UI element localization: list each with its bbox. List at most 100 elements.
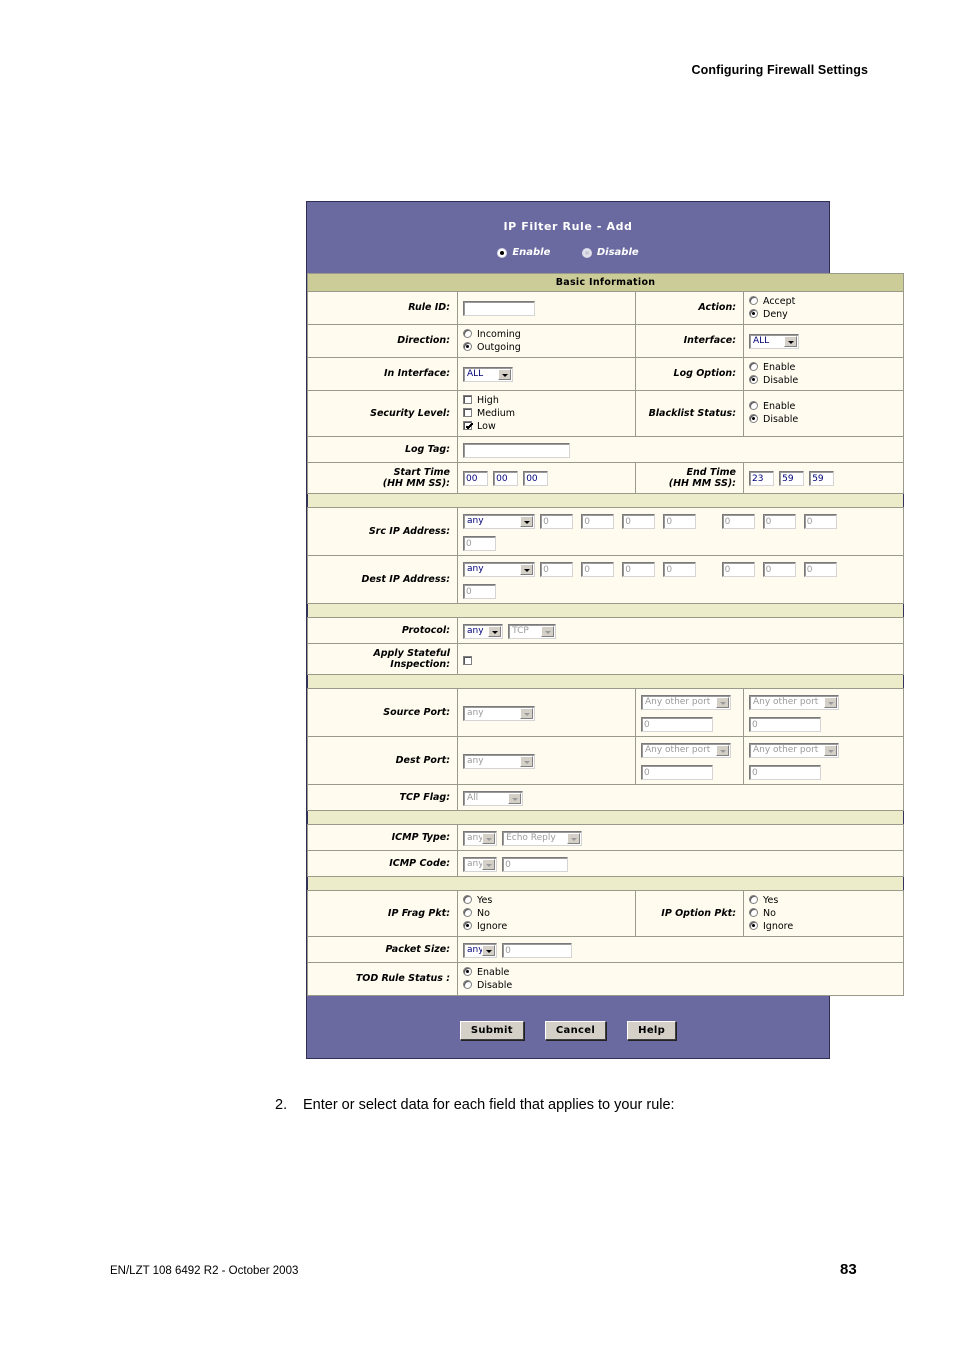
radio-blacklist-disable-icon[interactable] (749, 414, 758, 423)
src-ip-mask-octet-4[interactable]: 0 (463, 535, 496, 551)
interface-select[interactable]: ALL (749, 334, 799, 349)
protocol-name-select[interactable]: TCP (508, 623, 557, 639)
ip-option-ignore-option[interactable]: Ignore (749, 920, 899, 933)
ip-option-yes-option[interactable]: Yes (749, 894, 899, 907)
action-accept-option[interactable]: Accept (749, 295, 899, 308)
log-option-disable-option[interactable]: Disable (749, 374, 899, 387)
blacklist-enable-option[interactable]: Enable (749, 400, 899, 413)
end-time-ss-input[interactable]: 59 (809, 471, 835, 486)
dest-ip-octet-1[interactable]: 0 (540, 561, 574, 577)
radio-option-yes-icon[interactable] (749, 894, 758, 904)
checkbox-medium-icon[interactable] (463, 407, 472, 417)
radio-frag-ignore-icon[interactable] (463, 920, 472, 930)
source-port-to-input[interactable]: 0 (749, 716, 821, 732)
log-option-enable-option[interactable]: Enable (749, 361, 899, 374)
blacklist-disable-option[interactable]: Disable (749, 413, 899, 426)
stateful-inspection-checkbox[interactable] (463, 656, 472, 665)
icmp-code-mode-select[interactable]: any (463, 856, 497, 872)
radio-tod-enable-icon[interactable] (463, 966, 472, 976)
icmp-code-input[interactable]: 0 (502, 856, 569, 872)
dest-ip-mask-octet-4[interactable]: 0 (463, 583, 496, 599)
radio-blacklist-enable-icon[interactable] (749, 401, 758, 410)
field-tcp-flag-cell: All (456, 783, 905, 811)
log-tag-input[interactable] (463, 442, 570, 458)
tcp-flag-select[interactable]: All (463, 790, 523, 806)
source-port-from-select[interactable]: Any other port (641, 694, 731, 710)
radio-option-no-icon[interactable] (749, 907, 758, 917)
radio-deny-icon[interactable] (749, 308, 758, 318)
security-medium-option[interactable]: Medium (463, 407, 631, 420)
label-protocol: Protocol: (307, 616, 458, 644)
packet-size-mode-select[interactable]: any (463, 942, 497, 958)
checkbox-high-icon[interactable] (463, 394, 472, 404)
radio-accept-icon[interactable] (749, 295, 758, 305)
packet-size-input[interactable]: 0 (502, 942, 573, 958)
source-port-from-input[interactable]: 0 (641, 716, 713, 732)
submit-button[interactable]: Submit (459, 1020, 524, 1040)
dest-ip-row2: 0 (463, 581, 899, 600)
action-deny-option[interactable]: Deny (749, 308, 899, 321)
radio-frag-yes-icon[interactable] (463, 894, 472, 904)
dest-ip-mask-octet-2[interactable]: 0 (762, 561, 796, 577)
ip-option-no-option[interactable]: No (749, 907, 899, 920)
dest-ip-octet-4[interactable]: 0 (663, 561, 697, 577)
protocol-mode-select[interactable]: any (463, 623, 503, 639)
tod-enable-option[interactable]: Enable (463, 966, 899, 979)
icmp-type-name-select[interactable]: Echo Reply (502, 830, 583, 846)
src-ip-octet-4[interactable]: 0 (663, 513, 697, 529)
rule-state-enable-option[interactable]: Enable (497, 247, 550, 259)
radio-enable-icon[interactable] (497, 247, 508, 258)
src-ip-mask-octet-2[interactable]: 0 (762, 513, 796, 529)
src-ip-octet-2[interactable]: 0 (581, 513, 615, 529)
ip-frag-no-option[interactable]: No (463, 907, 631, 920)
dest-ip-octet-2[interactable]: 0 (581, 561, 615, 577)
direction-radio-group: Incoming Outgoing (463, 328, 631, 354)
rule-id-input[interactable] (463, 301, 535, 316)
security-high-option[interactable]: High (463, 394, 631, 407)
ip-frag-yes-option[interactable]: Yes (463, 894, 631, 907)
src-ip-octet-3[interactable]: 0 (622, 513, 656, 529)
radio-frag-no-icon[interactable] (463, 907, 472, 917)
label-log-tag: Log Tag: (307, 435, 458, 463)
help-button[interactable]: Help (627, 1020, 677, 1040)
src-ip-octet-1[interactable]: 0 (540, 513, 574, 529)
security-low-option[interactable]: Low (463, 420, 631, 433)
dest-port-from-input[interactable]: 0 (641, 764, 713, 780)
icmp-type-name-value: Echo Reply (506, 832, 556, 843)
radio-outgoing-icon[interactable] (463, 341, 472, 351)
radio-incoming-icon[interactable] (463, 328, 472, 338)
radio-disable-icon[interactable] (581, 247, 592, 258)
start-time-ss-input[interactable]: 00 (523, 471, 549, 486)
src-ip-mask-octet-3[interactable]: 0 (803, 513, 837, 529)
cancel-button[interactable]: Cancel (544, 1020, 607, 1040)
radio-option-ignore-icon[interactable] (749, 920, 758, 930)
dest-port-from-select[interactable]: Any other port (641, 742, 731, 758)
radio-tod-disable-icon[interactable] (463, 979, 472, 989)
rule-state-disable-option[interactable]: Disable (581, 247, 639, 259)
checkbox-low-icon[interactable] (463, 420, 472, 430)
dest-ip-mask-octet-1[interactable]: 0 (721, 561, 755, 577)
field-dest-port-from-cell: Any other port 0 (635, 735, 744, 785)
radio-log-enable-icon[interactable] (749, 361, 758, 371)
radio-log-disable-icon[interactable] (749, 374, 758, 384)
end-time-hh-input[interactable]: 23 (749, 471, 774, 486)
src-ip-mask-octet-1[interactable]: 0 (721, 513, 755, 529)
start-time-hh-input[interactable]: 00 (463, 471, 488, 486)
start-time-mm-input[interactable]: 00 (493, 471, 519, 486)
direction-incoming-option[interactable]: Incoming (463, 328, 631, 341)
source-port-mode-select[interactable]: any (463, 705, 535, 721)
dest-port-to-select[interactable]: Any other port (749, 742, 839, 758)
dest-ip-mask-octet-3[interactable]: 0 (803, 561, 837, 577)
in-interface-select[interactable]: ALL (463, 367, 513, 382)
dest-port-to-input[interactable]: 0 (749, 764, 821, 780)
src-ip-mode-select[interactable]: any (463, 513, 535, 529)
dest-ip-mode-select[interactable]: any (463, 561, 535, 577)
dest-port-mode-select[interactable]: any (463, 753, 535, 769)
end-time-mm-input[interactable]: 59 (779, 471, 805, 486)
source-port-to-select[interactable]: Any other port (749, 694, 839, 710)
dest-ip-octet-3[interactable]: 0 (622, 561, 656, 577)
tod-disable-option[interactable]: Disable (463, 979, 899, 992)
direction-outgoing-option[interactable]: Outgoing (463, 341, 631, 354)
icmp-type-mode-select[interactable]: any (463, 830, 497, 846)
ip-frag-ignore-option[interactable]: Ignore (463, 920, 631, 933)
